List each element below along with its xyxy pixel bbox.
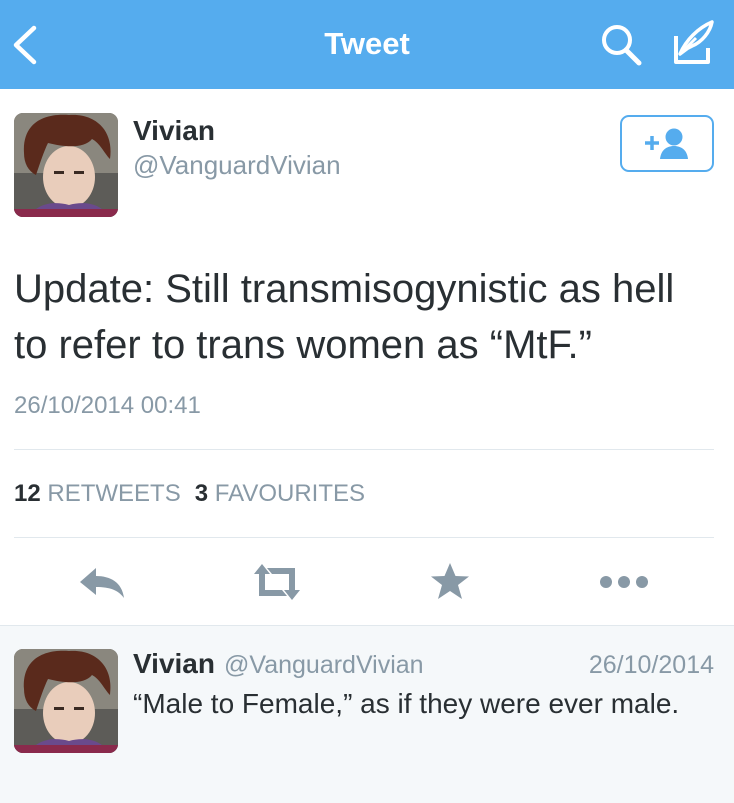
tweet-stats: 12 RETWEETS 3 FAVOURITES (14, 480, 365, 508)
more-button[interactable] (598, 560, 650, 604)
retweets-label: RETWEETS (47, 480, 181, 507)
divider (14, 537, 714, 538)
retweet-button[interactable] (250, 560, 304, 604)
tweet-timestamp: 26/10/2014 00:41 (14, 392, 201, 419)
reply-author-name[interactable]: Vivian (133, 648, 215, 680)
search-button[interactable] (598, 22, 644, 68)
nav-bar: Tweet (0, 0, 734, 89)
reply-avatar[interactable] (14, 649, 118, 753)
avatar[interactable] (14, 113, 118, 217)
divider (14, 449, 714, 450)
reply-author-handle[interactable]: @VanguardVivian (224, 651, 424, 680)
more-icon (600, 576, 648, 588)
follow-button[interactable] (620, 115, 714, 172)
add-user-icon (645, 128, 688, 159)
reply-icon (80, 568, 124, 598)
retweets-count: 12 (14, 480, 41, 507)
reply-button[interactable] (78, 560, 126, 604)
search-icon (602, 25, 642, 66)
favourite-button[interactable] (428, 560, 472, 604)
retweet-icon (254, 564, 300, 600)
favourites-count: 3 (194, 480, 209, 507)
favourites-label: FAVOURITES (214, 480, 365, 507)
reply-date: 26/10/2014 (588, 651, 714, 679)
retweets-stat[interactable]: 12 RETWEETS (14, 480, 181, 507)
favourite-icon (431, 563, 469, 599)
tweet-text: Update: Still transmisogynistic as hell … (14, 267, 675, 367)
reply-text: “Male to Female,” as if they were ever m… (133, 688, 680, 719)
compose-button[interactable] (666, 18, 718, 68)
author-handle[interactable]: @VanguardVivian (133, 150, 341, 181)
author-name[interactable]: Vivian (133, 115, 215, 147)
compose-icon (674, 20, 714, 64)
favourites-stat[interactable]: 3 FAVOURITES (195, 480, 365, 507)
